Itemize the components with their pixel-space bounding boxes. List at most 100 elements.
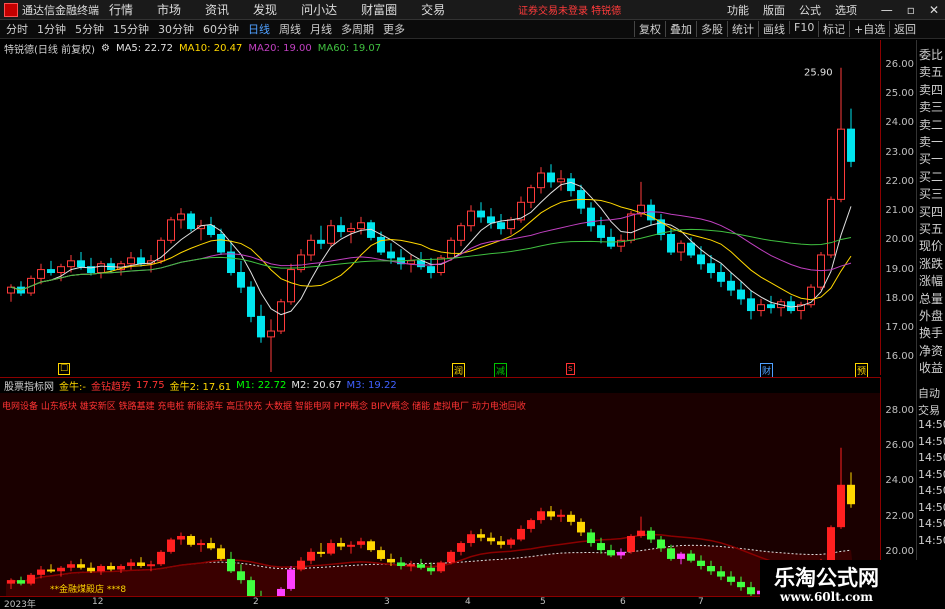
- minimize-icon[interactable]: —: [881, 3, 893, 17]
- period-more[interactable]: 更多: [383, 21, 405, 37]
- indicator-bar: [487, 537, 495, 542]
- candle-body: [267, 330, 275, 338]
- menu-item-market[interactable]: 市场: [157, 1, 181, 18]
- gear-icon[interactable]: ⚙: [101, 43, 110, 54]
- menu-item-discover[interactable]: 发现: [253, 1, 277, 18]
- indicator-bar: [77, 564, 85, 568]
- indicator-bar: [197, 543, 205, 546]
- menu-item-ask[interactable]: 问小达: [301, 1, 337, 18]
- side-label[interactable]: 买五: [919, 220, 943, 237]
- indicator-bar: [217, 548, 225, 559]
- tool-f10[interactable]: F10: [789, 21, 814, 34]
- period-5min[interactable]: 5分钟: [75, 21, 104, 37]
- side-label[interactable]: 买三: [919, 185, 943, 202]
- indicator-bar: [617, 551, 625, 556]
- tool-mark[interactable]: 标记: [818, 21, 845, 37]
- side-label[interactable]: 卖一: [919, 133, 943, 150]
- menu-function[interactable]: 功能: [727, 2, 749, 18]
- candle-body: [757, 304, 765, 312]
- period-monthly[interactable]: 月线: [310, 21, 332, 37]
- menu-layout[interactable]: 版面: [763, 2, 785, 18]
- indicator-bar: [237, 571, 245, 581]
- candle-body: [727, 280, 735, 291]
- price-tick: 20.00: [885, 234, 914, 246]
- auto-trade-panel: 自动交易14:5014:5014:5014:5014:5014:5014:501…: [916, 385, 945, 555]
- tool-adjust[interactable]: 复权: [634, 21, 661, 37]
- side-label[interactable]: 涨跌: [919, 255, 943, 272]
- tool-back[interactable]: 返回: [889, 21, 916, 37]
- menu-item-news[interactable]: 资讯: [205, 1, 229, 18]
- tool-draw[interactable]: 画线: [758, 21, 785, 37]
- login-notice[interactable]: 证券交易未登录 特锐德: [518, 2, 621, 17]
- indicator-chart[interactable]: [0, 393, 880, 596]
- event-marker[interactable]: ☐: [58, 363, 71, 375]
- period-intraday[interactable]: 分时: [6, 21, 28, 37]
- candlestick-chart[interactable]: 25.90← 15.00: [0, 56, 880, 372]
- event-marker[interactable]: s: [566, 363, 575, 375]
- candle-body: [277, 301, 285, 332]
- period-15min[interactable]: 15分钟: [113, 21, 149, 37]
- side-label[interactable]: 净资: [919, 342, 943, 359]
- indicator-bar: [497, 541, 505, 545]
- app-title: 通达信金融终端: [22, 3, 99, 17]
- indicator-bar: [827, 527, 835, 561]
- side-label[interactable]: 卖二: [919, 116, 943, 133]
- maximize-icon[interactable]: ▫: [907, 3, 915, 17]
- event-marker[interactable]: 财: [760, 363, 774, 378]
- jz-label: 金钻趋势: [90, 382, 131, 393]
- ma10-value: MA10: 20.47: [178, 42, 243, 54]
- candle-body: [387, 251, 395, 259]
- side-label[interactable]: 卖三: [919, 98, 943, 115]
- side-label[interactable]: 委比: [919, 46, 943, 63]
- menu-item-quotes[interactable]: 行情: [109, 1, 133, 18]
- side-label[interactable]: 卖四: [919, 81, 943, 98]
- period-60min[interactable]: 60分钟: [203, 21, 239, 37]
- menu-options[interactable]: 选项: [835, 2, 857, 18]
- tool-multi-stock[interactable]: 多股: [696, 21, 723, 37]
- indicator-bar: [347, 544, 355, 547]
- menu-bar: 通达信金融终端 行情 市场 资讯 发现 问小达 财富圈 交易 证券交易未登录 特…: [0, 0, 945, 20]
- close-icon[interactable]: ✕: [929, 3, 939, 17]
- period-daily[interactable]: 日线: [248, 21, 270, 37]
- period-weekly[interactable]: 周线: [279, 21, 301, 37]
- period-1min[interactable]: 1分钟: [37, 21, 66, 37]
- event-marker[interactable]: 预: [855, 363, 869, 378]
- indicator-bar: [117, 565, 125, 570]
- menu-formula[interactable]: 公式: [799, 2, 821, 18]
- side-label[interactable]: 买二: [919, 168, 943, 185]
- side-label[interactable]: 涨幅: [919, 272, 943, 289]
- event-marker[interactable]: 减: [494, 363, 508, 378]
- indicator-bar: [417, 564, 425, 568]
- indicator-bar: [567, 514, 575, 522]
- menu-item-trade[interactable]: 交易: [421, 1, 445, 18]
- side-label[interactable]: 外盘: [919, 307, 943, 324]
- indicator-bar: [307, 551, 315, 561]
- indicator-bar: [137, 562, 145, 566]
- candle-body: [57, 266, 65, 274]
- side-label[interactable]: 换手: [919, 324, 943, 341]
- tool-overlay[interactable]: 叠加: [665, 21, 692, 37]
- indicator-bar: [207, 543, 215, 549]
- indicator-name[interactable]: 股票指标网: [4, 378, 54, 393]
- menu-item-wealth[interactable]: 财富圈: [361, 1, 397, 18]
- period-multi[interactable]: 多周期: [341, 21, 374, 37]
- tool-stats[interactable]: 统计: [727, 21, 754, 37]
- side-label[interactable]: 买四: [919, 203, 943, 220]
- side-label[interactable]: 总量: [919, 290, 943, 307]
- tool-add-watchlist[interactable]: +自选: [849, 21, 885, 37]
- side-label[interactable]: 卖五: [919, 63, 943, 80]
- candle-body: [477, 210, 485, 218]
- period-30min[interactable]: 30分钟: [158, 21, 194, 37]
- candle-body: [427, 266, 435, 274]
- candle-body: [127, 257, 135, 265]
- indicator-bar: [27, 574, 35, 584]
- candle-body: [717, 272, 725, 282]
- indicator-bar: [427, 567, 435, 572]
- side-label[interactable]: 现价: [919, 237, 943, 254]
- shop-name: **金融煤殿店 ***8: [50, 585, 127, 595]
- event-marker[interactable]: 润: [452, 363, 466, 378]
- candle-body: [207, 225, 215, 235]
- side-label[interactable]: 收益: [919, 359, 943, 376]
- candle-body: [227, 251, 235, 274]
- side-label[interactable]: 买一: [919, 150, 943, 167]
